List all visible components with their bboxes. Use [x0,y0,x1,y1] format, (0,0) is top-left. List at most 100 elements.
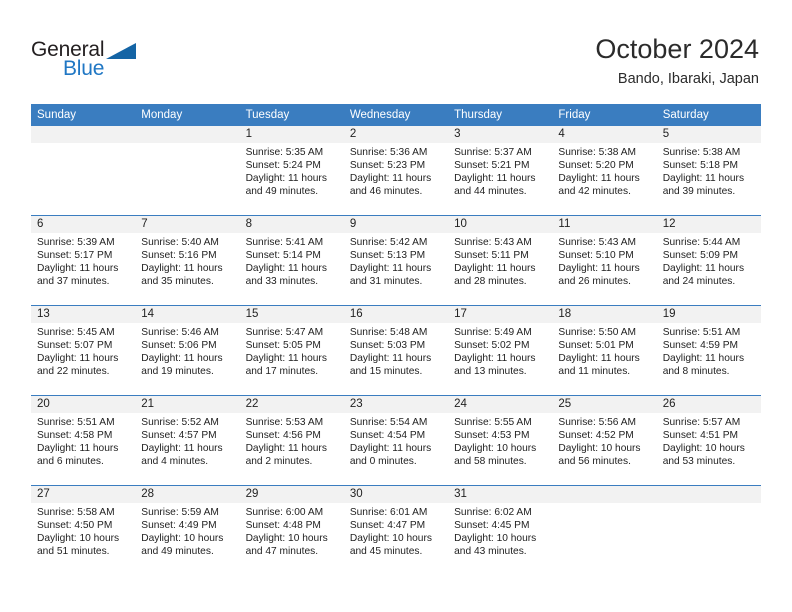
daylight-text-line2: and 28 minutes. [454,275,527,287]
daylight-text-line2: and 39 minutes. [662,185,736,197]
daylight-text-line1: Daylight: 11 hours [349,352,432,364]
calendar-day-cell[interactable]: 29 Sunrise: 6:00 AM Sunset: 4:48 PM Dayligh… [239,485,344,575]
day-number: 31 [448,486,553,503]
brand-logo[interactable]: General Blue [31,38,161,86]
calendar-day-cell[interactable]: 31 Sunrise: 6:02 AM Sunset: 4:45 PM Dayligh… [448,485,553,575]
page-header: General Blue October 2024 Bando, Ibaraki… [0,0,792,104]
calendar-day-cell[interactable]: 9 Sunrise: 5:42 AM Sunset: 5:13 PM Daylight… [343,215,449,306]
day-number: 11 [552,216,657,233]
day-cell-details: Sunrise: 5:50 AM Sunset: 5:01 PM Daylight:… [552,323,656,379]
sunrise-text: Sunrise: 5:35 AM [245,147,324,158]
calendar-day-cell[interactable]: 17 Sunrise: 5:49 AM Sunset: 5:02 PM Dayligh… [448,305,553,396]
sunset-text: Sunset: 4:45 PM [454,519,530,531]
calendar-day-cell[interactable]: 3 Sunrise: 5:37 AM Sunset: 5:21 PM Daylight… [448,126,553,216]
daylight-text-line2: and 43 minutes. [454,545,527,557]
calendar-day-cell[interactable]: 5 Sunrise: 5:38 AM Sunset: 5:18 PM Daylight… [656,126,761,216]
day-cell-inner: 1 Sunrise: 5:35 AM Sunset: 5:24 PM Daylight… [239,126,344,215]
day-cell-inner: 20 Sunrise: 5:51 AM Sunset: 4:58 PM Dayligh… [31,396,136,485]
calendar-day-cell[interactable]: 24 Sunrise: 5:55 AM Sunset: 4:53 PM Dayligh… [448,395,553,486]
sunrise-text: Sunrise: 5:51 AM [662,327,741,338]
day-cell-details: Sunrise: 5:54 AM Sunset: 4:54 PM Daylight:… [344,413,448,469]
calendar-day-cell[interactable]: 6 Sunrise: 5:39 AM Sunset: 5:17 PM Daylight… [31,215,136,306]
day-cell-inner: 4 Sunrise: 5:38 AM Sunset: 5:20 PM Daylight… [552,126,657,215]
day-number: 13 [31,306,136,323]
calendar-day-cell[interactable]: 28 Sunrise: 5:59 AM Sunset: 4:49 PM Dayligh… [135,485,240,575]
daylight-text-line1: Daylight: 11 hours [662,352,745,364]
day-cell-details: Sunrise: 5:43 AM Sunset: 5:10 PM Daylight:… [552,233,656,289]
calendar-week-row: 20 Sunrise: 5:51 AM Sunset: 4:58 PM Dayligh… [31,395,761,486]
sunset-text: Sunset: 5:05 PM [245,339,321,351]
day-cell-inner: 31 Sunrise: 6:02 AM Sunset: 4:45 PM Dayligh… [448,486,553,575]
page-subtitle: Bando, Ibaraki, Japan [617,71,759,87]
day-number: 1 [239,126,344,143]
day-cell-inner: 24 Sunrise: 5:55 AM Sunset: 4:53 PM Dayligh… [448,396,553,485]
sunset-text: Sunset: 5:18 PM [662,159,739,171]
calendar-day-cell[interactable]: 11 Sunrise: 5:43 AM Sunset: 5:10 PM Dayligh… [552,215,657,306]
sunrise-text: Sunrise: 5:38 AM [662,147,741,158]
day-number [31,126,136,143]
page-title: October 2024 [595,34,759,64]
daylight-text-line2: and 56 minutes. [558,455,631,467]
day-cell-details [135,143,239,147]
day-number: 29 [239,486,344,503]
day-number: 24 [448,396,553,413]
sunrise-text: Sunrise: 6:02 AM [454,507,532,518]
day-cell-inner: 26 Sunrise: 5:57 AM Sunset: 4:51 PM Dayligh… [656,396,761,485]
day-cell-inner: 21 Sunrise: 5:52 AM Sunset: 4:57 PM Dayligh… [135,396,240,485]
calendar-day-cell[interactable]: 7 Sunrise: 5:40 AM Sunset: 5:16 PM Daylight… [135,215,240,306]
calendar-day-cell[interactable]: 26 Sunrise: 5:57 AM Sunset: 4:51 PM Dayligh… [656,395,761,486]
daylight-text-line2: and 31 minutes. [349,275,423,287]
calendar-week-row: 27 Sunrise: 5:58 AM Sunset: 4:50 PM Dayligh… [31,485,761,575]
calendar-day-cell[interactable]: 10 Sunrise: 5:43 AM Sunset: 5:11 PM Dayligh… [448,215,553,306]
calendar-day-cell[interactable]: 25 Sunrise: 5:56 AM Sunset: 4:52 PM Dayligh… [552,395,657,486]
day-cell-inner: 2 Sunrise: 5:36 AM Sunset: 5:23 PM Daylight… [343,126,449,215]
daylight-text-line1: Daylight: 11 hours [245,442,327,454]
day-cell-details [657,503,761,507]
daylight-text-line1: Daylight: 11 hours [454,352,536,364]
daylight-text-line1: Daylight: 11 hours [141,442,223,454]
daylight-text-line1: Daylight: 10 hours [141,532,224,544]
daylight-text-line1: Daylight: 11 hours [662,172,745,184]
calendar-day-cell[interactable]: 18 Sunrise: 5:50 AM Sunset: 5:01 PM Dayligh… [552,305,657,396]
day-cell-details: Sunrise: 5:56 AM Sunset: 4:52 PM Daylight:… [552,413,656,469]
calendar-day-cell[interactable]: 22 Sunrise: 5:53 AM Sunset: 4:56 PM Dayligh… [239,395,344,486]
day-cell-details: Sunrise: 5:39 AM Sunset: 5:17 PM Daylight:… [31,233,135,289]
calendar-day-cell[interactable]: 16 Sunrise: 5:48 AM Sunset: 5:03 PM Dayligh… [343,305,449,396]
calendar-day-cell[interactable]: 14 Sunrise: 5:46 AM Sunset: 5:06 PM Dayligh… [135,305,240,396]
daylight-text-line2: and 35 minutes. [141,275,214,287]
daylight-text-line1: Daylight: 11 hours [454,172,536,184]
calendar-day-cell[interactable]: 1 Sunrise: 5:35 AM Sunset: 5:24 PM Daylight… [239,126,344,216]
daylight-text-line2: and 44 minutes. [454,185,527,197]
calendar-day-cell[interactable]: 13 Sunrise: 5:45 AM Sunset: 5:07 PM Dayligh… [31,305,136,396]
day-cell-inner: 6 Sunrise: 5:39 AM Sunset: 5:17 PM Daylight… [31,216,136,305]
calendar-day-cell[interactable]: 2 Sunrise: 5:36 AM Sunset: 5:23 PM Daylight… [343,126,449,216]
day-number [656,486,761,503]
day-number: 7 [135,216,240,233]
daylight-text-line1: Daylight: 10 hours [662,442,745,454]
calendar-day-cell[interactable]: 20 Sunrise: 5:51 AM Sunset: 4:58 PM Dayligh… [31,395,136,486]
sunset-text: Sunset: 4:54 PM [349,429,426,441]
daylight-text-line2: and 22 minutes. [37,365,110,377]
daylight-text-line2: and 24 minutes. [662,275,736,287]
sunrise-text: Sunrise: 5:40 AM [141,237,219,248]
sunrise-text: Sunrise: 5:48 AM [349,327,428,338]
day-cell-inner: 29 Sunrise: 6:00 AM Sunset: 4:48 PM Dayligh… [239,486,344,575]
day-cell-inner: 8 Sunrise: 5:41 AM Sunset: 5:14 PM Daylight… [239,216,344,305]
calendar-day-cell[interactable]: 4 Sunrise: 5:38 AM Sunset: 5:20 PM Daylight… [552,126,657,216]
sunset-text: Sunset: 5:13 PM [349,249,426,261]
calendar-day-cell[interactable]: 15 Sunrise: 5:47 AM Sunset: 5:05 PM Dayligh… [239,305,344,396]
calendar-day-cell[interactable]: 30 Sunrise: 6:01 AM Sunset: 4:47 PM Dayligh… [343,485,449,575]
daylight-text-line2: and 11 minutes. [558,365,631,377]
calendar-day-cell[interactable]: 21 Sunrise: 5:52 AM Sunset: 4:57 PM Dayligh… [135,395,240,486]
calendar-day-cell[interactable]: 8 Sunrise: 5:41 AM Sunset: 5:14 PM Daylight… [239,215,344,306]
daylight-text-line1: Daylight: 11 hours [37,352,119,364]
calendar-day-cell[interactable]: 19 Sunrise: 5:51 AM Sunset: 4:59 PM Dayligh… [656,305,761,396]
calendar-day-cell[interactable]: 12 Sunrise: 5:44 AM Sunset: 5:09 PM Dayligh… [656,215,761,306]
day-cell-inner: 25 Sunrise: 5:56 AM Sunset: 4:52 PM Dayligh… [552,396,657,485]
calendar-day-cell[interactable]: 27 Sunrise: 5:58 AM Sunset: 4:50 PM Dayligh… [31,485,136,575]
day-cell-details: Sunrise: 6:02 AM Sunset: 4:45 PM Daylight:… [448,503,552,559]
daylight-text-line2: and 0 minutes. [349,455,417,467]
calendar-day-cell[interactable]: 23 Sunrise: 5:54 AM Sunset: 4:54 PM Dayligh… [343,395,449,486]
daylight-text-line2: and 6 minutes. [37,455,104,467]
daylight-text-line1: Daylight: 10 hours [454,442,537,454]
